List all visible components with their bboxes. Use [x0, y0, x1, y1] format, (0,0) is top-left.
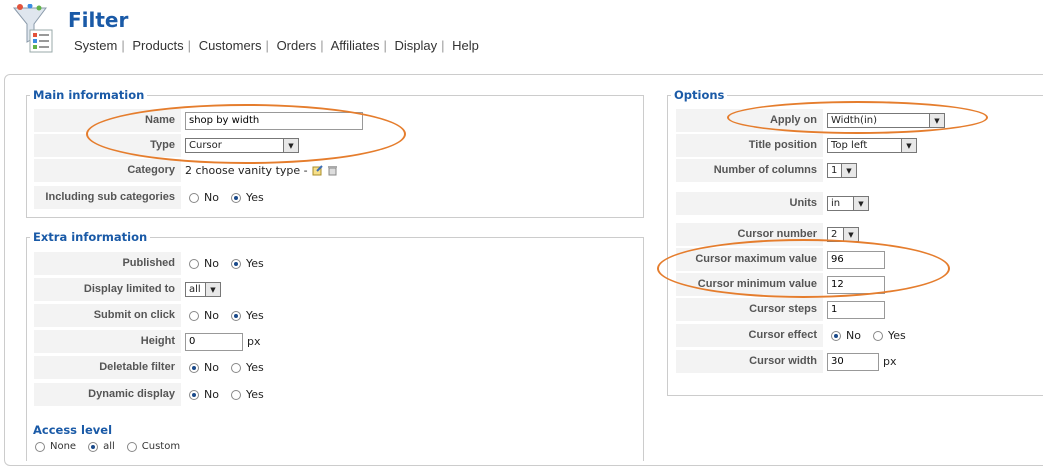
cursor-steps-row: Cursor steps: [676, 298, 1036, 321]
number-of-columns-row: Number of columns 1 ▼: [676, 159, 1036, 182]
access-level-title: Access level: [33, 423, 113, 437]
name-row: Name: [34, 109, 634, 132]
published-no-radio[interactable]: [189, 258, 199, 269]
display-limited-select[interactable]: all ▼: [185, 282, 221, 297]
name-label: Name: [34, 109, 181, 132]
published-label: Published: [34, 252, 181, 275]
type-row: Type Cursor ▼: [34, 134, 634, 157]
display-limited-label: Display limited to: [34, 278, 181, 301]
cursor-number-select[interactable]: 2 ▼: [827, 227, 859, 242]
cursor-max-row: Cursor maximum value: [676, 248, 1036, 271]
extra-information-legend: Extra information: [33, 230, 148, 244]
cursor-max-label: Cursor maximum value: [676, 248, 823, 271]
submit-on-click-row: Submit on click No Yes: [34, 304, 634, 327]
page-title: Filter: [68, 8, 129, 32]
units-select[interactable]: in ▼: [827, 196, 869, 211]
menu-item-products[interactable]: Products: [132, 38, 183, 53]
height-label: Height: [34, 330, 181, 353]
apply-on-row: Apply on Width(in) ▼: [676, 109, 1036, 132]
cursor-number-row: Cursor number 2 ▼: [676, 223, 1036, 246]
apply-on-select[interactable]: Width(in) ▼: [827, 113, 945, 128]
menu-item-help[interactable]: Help: [452, 38, 479, 53]
including-sub-no-radio[interactable]: [189, 192, 199, 203]
cursor-steps-input[interactable]: [827, 300, 885, 319]
cursor-effect-row: Cursor effect No Yes: [676, 324, 1036, 347]
menu-item-affiliates[interactable]: Affiliates: [331, 38, 380, 53]
access-all-radio[interactable]: [88, 441, 99, 452]
access-none-radio[interactable]: [35, 441, 45, 452]
cursor-effect-yes-radio[interactable]: [872, 330, 883, 341]
cursor-max-input[interactable]: [827, 250, 885, 269]
menu-item-display[interactable]: Display: [395, 38, 438, 53]
cursor-effect-label: Cursor effect: [676, 324, 823, 347]
submit-yes-radio[interactable]: [230, 310, 241, 321]
top-menu: System | Products | Customers | Orders | Aff…: [74, 38, 479, 53]
type-select[interactable]: Cursor ▼: [185, 138, 299, 153]
access-custom-radio[interactable]: [126, 441, 137, 452]
cursor-width-unit: px: [883, 355, 897, 368]
cursor-effect-no-radio[interactable]: [831, 330, 841, 341]
page-header: Filter System | Products | Customers | Orde…: [0, 0, 1043, 66]
menu-item-orders[interactable]: Orders: [277, 38, 317, 53]
including-sub-categories-row: Including sub categories No Yes: [34, 186, 634, 209]
chevron-down-icon: ▼: [841, 164, 856, 177]
cursor-width-row: Cursor width px: [676, 350, 1036, 373]
published-yes-radio[interactable]: [230, 258, 241, 269]
cursor-number-label: Cursor number: [676, 223, 823, 246]
delete-icon[interactable]: [327, 165, 338, 176]
height-unit: px: [247, 335, 261, 348]
apply-on-label: Apply on: [676, 109, 823, 132]
access-level-options: None all Custom: [31, 441, 188, 452]
cursor-width-input[interactable]: [827, 352, 879, 371]
including-sub-yes-radio[interactable]: [230, 192, 241, 203]
display-limited-row: Display limited to all ▼: [34, 278, 634, 301]
cursor-min-row: Cursor minimum value: [676, 273, 1036, 296]
chevron-down-icon: ▼: [901, 139, 916, 152]
units-row: Units in ▼: [676, 192, 1036, 215]
chevron-down-icon: ▼: [853, 197, 868, 210]
cursor-steps-label: Cursor steps: [676, 298, 823, 321]
title-position-select[interactable]: Top left ▼: [827, 138, 917, 153]
name-input[interactable]: [185, 111, 363, 130]
dynamic-display-row: Dynamic display No Yes: [34, 383, 634, 406]
dynamic-display-label: Dynamic display: [34, 383, 181, 406]
published-row: Published No Yes: [34, 252, 634, 275]
number-of-columns-select[interactable]: 1 ▼: [827, 163, 857, 178]
deletable-yes-radio[interactable]: [230, 362, 241, 373]
category-value: 2 choose vanity type -: [185, 164, 308, 177]
menu-item-customers[interactable]: Customers: [199, 38, 262, 53]
dynamic-no-radio[interactable]: [189, 389, 199, 400]
cursor-min-input[interactable]: [827, 275, 885, 294]
type-label: Type: [34, 134, 181, 157]
title-position-row: Title position Top left ▼: [676, 134, 1036, 157]
title-position-label: Title position: [676, 134, 823, 157]
units-label: Units: [676, 192, 823, 215]
edit-icon[interactable]: [312, 165, 323, 176]
height-input[interactable]: [185, 332, 243, 351]
filter-funnel-icon: [10, 3, 56, 54]
category-label: Category: [34, 159, 181, 182]
chevron-down-icon: ▼: [929, 114, 944, 127]
height-row: Height px: [34, 330, 634, 353]
chevron-down-icon: ▼: [205, 283, 220, 296]
deletable-filter-label: Deletable filter: [34, 356, 181, 379]
category-row: Category 2 choose vanity type -: [34, 159, 634, 182]
chevron-down-icon: ▼: [843, 228, 858, 241]
deletable-no-radio[interactable]: [189, 362, 199, 373]
cursor-width-label: Cursor width: [676, 350, 823, 373]
number-of-columns-label: Number of columns: [676, 159, 823, 182]
submit-on-click-label: Submit on click: [34, 304, 181, 327]
cursor-min-label: Cursor minimum value: [676, 273, 823, 296]
dynamic-yes-radio[interactable]: [230, 389, 241, 400]
main-information-legend: Main information: [33, 88, 145, 102]
options-legend: Options: [674, 88, 725, 102]
submit-no-radio[interactable]: [189, 310, 199, 321]
chevron-down-icon: ▼: [283, 139, 298, 152]
including-sub-categories-label: Including sub categories: [34, 186, 181, 209]
deletable-filter-row: Deletable filter No Yes: [34, 356, 634, 379]
menu-item-system[interactable]: System: [74, 38, 117, 53]
